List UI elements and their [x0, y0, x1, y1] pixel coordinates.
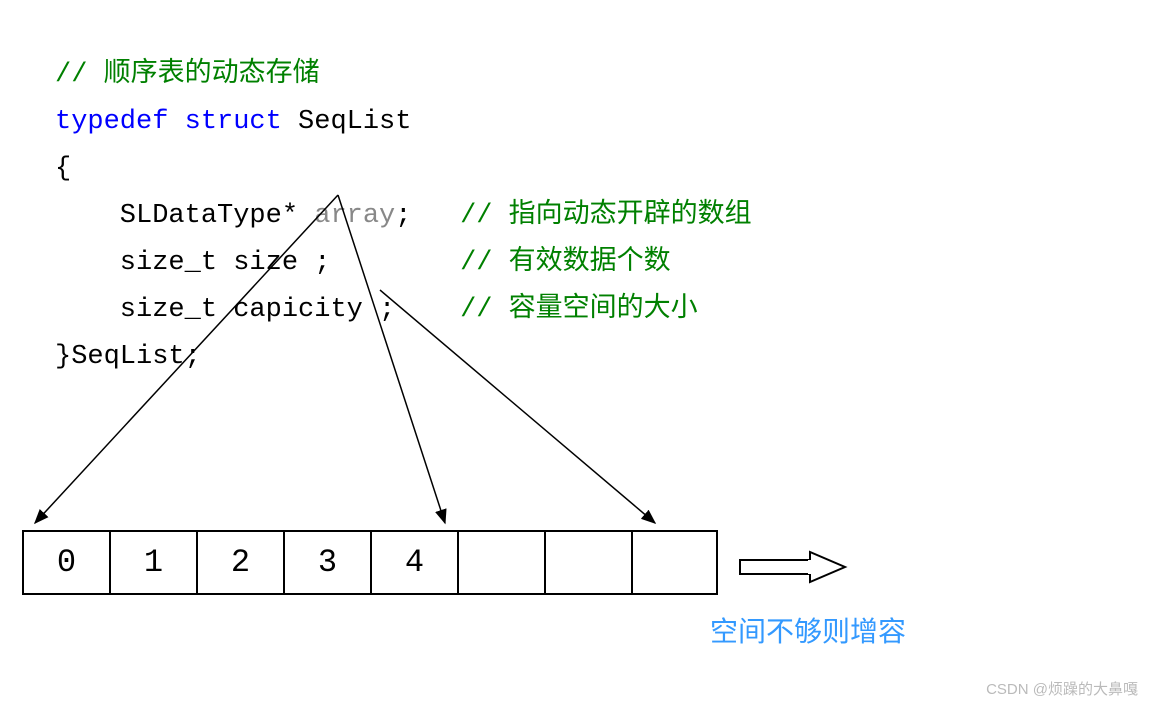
- array-cell: 2: [196, 530, 283, 595]
- field-array-var: array: [314, 201, 395, 231]
- array-cell: 1: [109, 530, 196, 595]
- keyword-typedef: typedef: [55, 107, 168, 137]
- comment-cap: // 容量空间的大小: [460, 295, 698, 325]
- array-cell: 4: [370, 530, 457, 595]
- array-cell: [631, 530, 718, 595]
- end-semi: ;: [185, 342, 201, 372]
- grow-arrow-icon: [735, 548, 865, 588]
- struct-alias: SeqList: [71, 342, 184, 372]
- brace-open: {: [55, 154, 71, 184]
- keyword-struct: struct: [185, 107, 282, 137]
- comment-size: // 有效数据个数: [460, 248, 671, 278]
- array-diagram: 0 1 2 3 4: [22, 530, 718, 595]
- array-cell: 0: [22, 530, 109, 595]
- struct-name: SeqList: [282, 107, 412, 137]
- field-cap: size_t capicity ;: [55, 295, 395, 325]
- field-array-prefix: SLDataType*: [55, 201, 314, 231]
- comment-array: // 指向动态开辟的数组: [460, 201, 752, 231]
- field-array-semi: ;: [395, 201, 411, 231]
- field-size: size_t size ;: [55, 248, 330, 278]
- watermark: CSDN @烦躁的大鼻嘎: [986, 678, 1138, 699]
- comment-top: // 顺序表的动态存储: [55, 60, 320, 90]
- array-cell: [457, 530, 544, 595]
- grow-caption: 空间不够则增容: [710, 610, 906, 650]
- brace-close: }: [55, 342, 71, 372]
- array-cell: 3: [283, 530, 370, 595]
- array-cell: [544, 530, 631, 595]
- code-block: // 顺序表的动态存储 typedef struct SeqList { SLD…: [55, 5, 752, 381]
